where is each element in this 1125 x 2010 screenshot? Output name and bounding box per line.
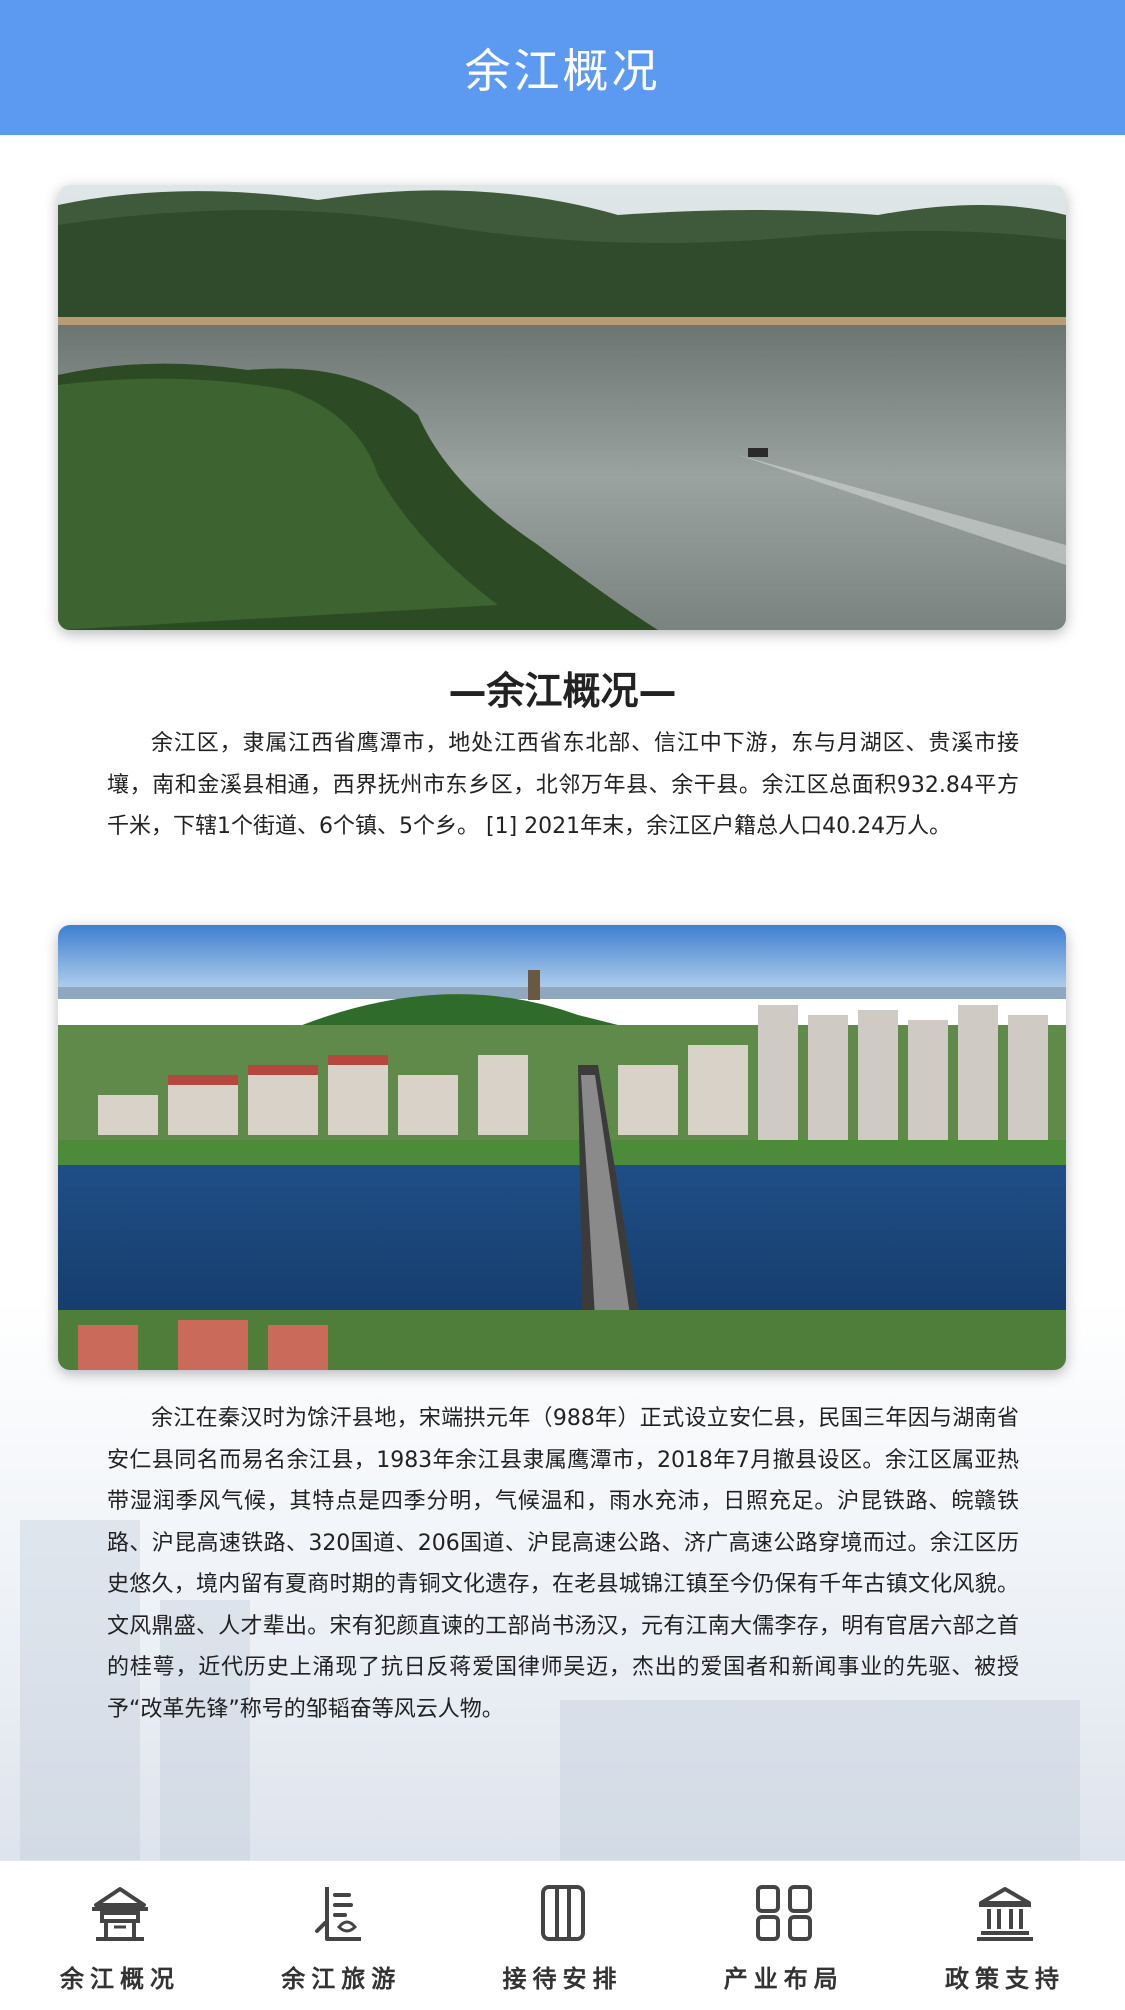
tab-label: 产业布局: [723, 1965, 844, 1993]
tab-label: 政策支持: [945, 1965, 1065, 1993]
tab-label: 余江旅游: [281, 1965, 402, 1993]
bottom-tab-bar: 余江概况 余江旅游 接待安排 产业布局 政策支持: [0, 1860, 1125, 2010]
tab-industry-layout[interactable]: 产业布局: [684, 1861, 884, 2010]
tab-label: 余江概况: [60, 1965, 180, 1993]
tab-yujiang-tourism[interactable]: 余江旅游: [241, 1861, 441, 2010]
government-icon: [977, 1887, 1033, 1941]
grid-icon: [755, 1885, 812, 1941]
intro-paragraph: 余江区，隶属江西省鹰潭市，地处江西省东北部、信江中下游，东与月湖区、贵溪市接壤，…: [107, 731, 1019, 839]
pavilion-icon: [92, 1887, 148, 1941]
tab-reception[interactable]: 接待安排: [463, 1861, 663, 2010]
city-bridge-photo: [58, 925, 1066, 1370]
section-title: —余江概况—: [448, 669, 677, 713]
page-title: 余江概况: [464, 43, 661, 98]
tab-yujiang-overview[interactable]: 余江概况: [20, 1861, 220, 2010]
tab-policy-support[interactable]: 政策支持: [905, 1861, 1105, 2010]
page: 余江概况 —余江概况— 余江区，隶属江西省鹰潭市，地处江西省东北部、信江中下游，…: [0, 0, 1125, 2010]
header-bar: 余江概况: [0, 0, 1125, 135]
lake-mountain-photo: [58, 185, 1066, 630]
reception-icon: [540, 1885, 585, 1941]
tab-label: 接待安排: [502, 1965, 623, 1993]
tourism-icon: [315, 1887, 362, 1941]
history-paragraph: 余江在秦汉时为馀汗县地，宋端拱元年（988年）正式设立安仁县，民国三年因与湖南省…: [107, 1406, 1019, 1722]
